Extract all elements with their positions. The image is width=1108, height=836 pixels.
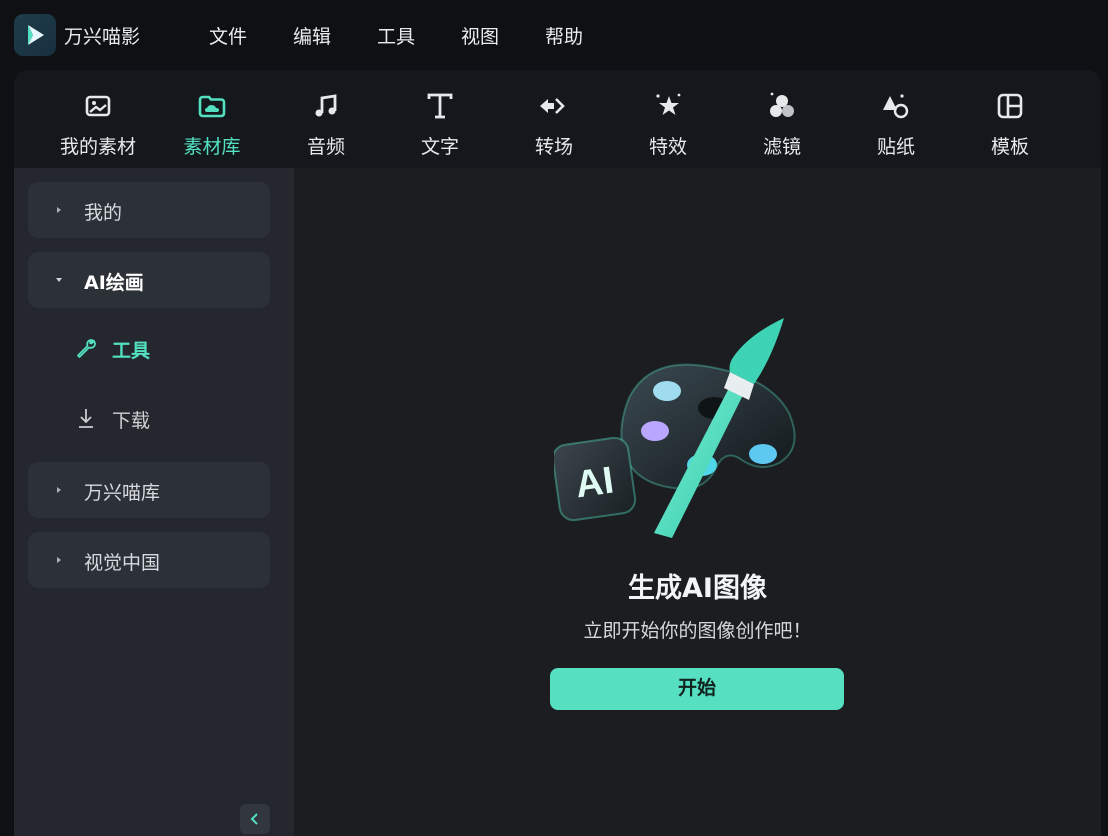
menu-tools[interactable]: 工具: [377, 22, 415, 49]
ai-badge-text: AI: [573, 460, 616, 507]
caret-right-icon: [57, 557, 61, 563]
media-toolbar: 我的素材 素材库 音频 文字 转场 特效 滤镜 贴纸 模板: [14, 70, 1101, 168]
tab-text[interactable]: 文字: [390, 70, 490, 168]
logo-icon: [28, 25, 44, 45]
sidebar-group-label: 视觉中国: [84, 552, 161, 574]
wrench-icon: [77, 339, 96, 358]
page-title: 生成AI图像: [628, 573, 767, 604]
menu-bar: 万兴喵影 文件 编辑 工具 视图 帮助: [0, 0, 1108, 70]
transition-arrows-icon: [540, 98, 565, 114]
download-icon: [79, 409, 93, 428]
tab-label: 文字: [420, 136, 459, 158]
tab-stickers[interactable]: 贴纸: [846, 70, 946, 168]
content-panel: AI 生成AI图像 立即开始你的图像创作吧！ 开始: [294, 168, 1101, 836]
sparkle-star-icon: [656, 93, 681, 115]
menu-edit[interactable]: 编辑: [293, 22, 331, 49]
tab-label: 音频: [306, 136, 345, 158]
chevron-left-icon: [250, 813, 258, 825]
music-note-icon: [315, 94, 337, 117]
sidebar-group-vcg[interactable]: 视觉中国: [28, 532, 270, 588]
main-window: 我的素材 素材库 音频 文字 转场 特效 滤镜 贴纸 模板 我的 AI绘画 工具…: [14, 70, 1101, 836]
tab-label: 贴纸: [876, 136, 915, 158]
filter-circles-icon: [770, 92, 794, 117]
sidebar: 我的 AI绘画 工具 下载 万兴喵库 视觉中国: [14, 168, 294, 836]
ai-palette-illustration: AI: [554, 318, 796, 538]
tab-stock-library[interactable]: 素材库: [162, 70, 262, 168]
tab-filters[interactable]: 滤镜: [732, 70, 832, 168]
caret-right-icon: [57, 487, 61, 493]
tab-label: 模板: [990, 136, 1029, 158]
template-grid-icon: [997, 93, 1023, 119]
tab-label: 滤镜: [762, 136, 801, 158]
sidebar-group-label: 我的: [84, 202, 123, 224]
sidebar-group-ai-painting[interactable]: AI绘画: [28, 252, 270, 308]
sidebar-group-wondershare-library[interactable]: 万兴喵库: [28, 462, 270, 518]
caret-right-icon: [57, 207, 61, 213]
menu-file[interactable]: 文件: [209, 22, 247, 49]
app-logo: [14, 14, 56, 56]
folder-cloud-icon: [198, 95, 226, 118]
app-name: 万兴喵影: [64, 26, 141, 48]
sidebar-item-label: 工具: [112, 340, 151, 362]
tab-my-media[interactable]: 我的素材: [48, 70, 148, 168]
tab-audio[interactable]: 音频: [276, 70, 376, 168]
tab-label: 特效: [648, 136, 687, 158]
tab-templates[interactable]: 模板: [960, 70, 1060, 168]
menu-view[interactable]: 视图: [461, 22, 499, 49]
sidebar-item-tools[interactable]: 工具: [74, 328, 254, 368]
start-button[interactable]: 开始: [550, 668, 844, 710]
tab-label: 我的素材: [59, 136, 136, 158]
sidebar-group-label: 万兴喵库: [84, 482, 161, 504]
tab-transition[interactable]: 转场: [504, 70, 604, 168]
tab-label: 素材库: [183, 136, 241, 158]
image-icon: [85, 95, 111, 117]
collapse-sidebar-button[interactable]: [240, 804, 270, 834]
text-icon: [427, 93, 453, 119]
sidebar-group-mine[interactable]: 我的: [28, 182, 270, 238]
sidebar-item-download[interactable]: 下载: [74, 398, 254, 438]
sticker-shapes-icon: [883, 94, 909, 119]
tab-effects[interactable]: 特效: [618, 70, 718, 168]
menu-help[interactable]: 帮助: [545, 22, 583, 49]
page-subtitle: 立即开始你的图像创作吧！: [583, 620, 812, 642]
caret-down-icon: [56, 278, 62, 282]
tab-label: 转场: [534, 136, 573, 158]
sidebar-item-label: 下载: [112, 410, 151, 432]
sidebar-group-label: AI绘画: [84, 272, 144, 294]
